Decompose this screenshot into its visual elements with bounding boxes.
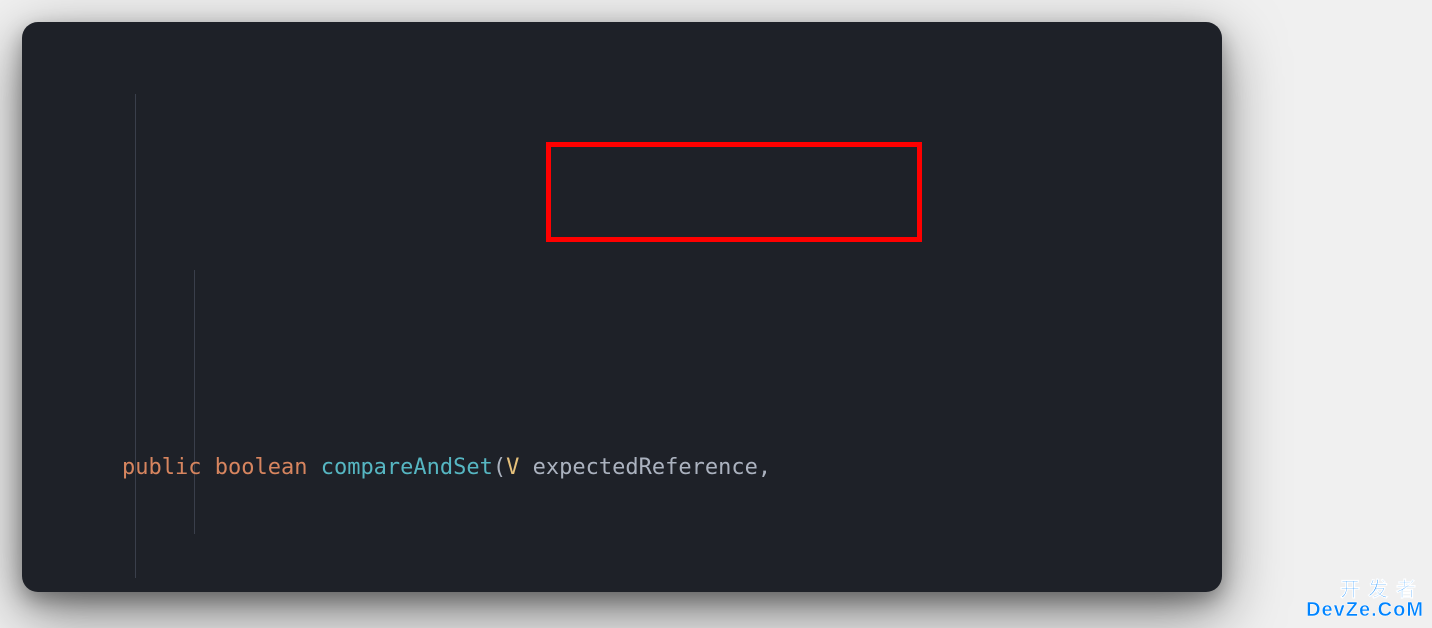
param: expectedReference <box>533 455 758 480</box>
highlight-box <box>546 142 922 242</box>
indent-guides <box>122 50 1222 592</box>
method-name: compareAndSet <box>321 455 493 480</box>
code-line: public boolean compareAndSet(V expectedR… <box>22 446 1222 490</box>
type-v: V <box>506 455 519 480</box>
keyword-public: public <box>122 455 201 480</box>
code-editor-window: public boolean compareAndSet(V expectedR… <box>22 22 1222 592</box>
watermark-top: 开发者 <box>1306 580 1424 600</box>
watermark-bottom: DevZe.CoM <box>1306 600 1424 620</box>
keyword-boolean: boolean <box>215 455 308 480</box>
watermark: 开发者 DevZe.CoM <box>1306 580 1424 620</box>
code-content[interactable]: public boolean compareAndSet(V expectedR… <box>22 50 1222 592</box>
